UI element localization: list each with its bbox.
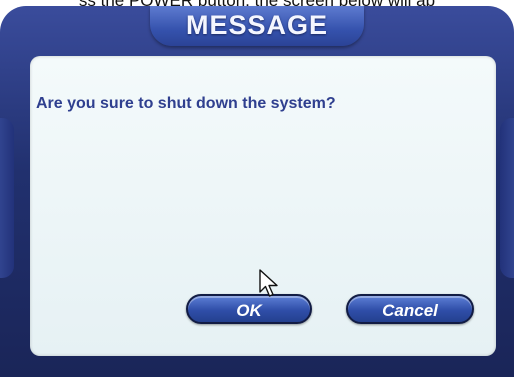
- frame-right-edge: [500, 118, 514, 278]
- ok-button[interactable]: OK: [186, 294, 312, 324]
- cancel-button[interactable]: Cancel: [346, 294, 474, 324]
- screen: ss the POWER button, the screen below wi…: [0, 0, 514, 377]
- mouse-pointer-icon: [259, 269, 278, 297]
- confirmation-message: Are you sure to shut down the system?: [36, 95, 336, 112]
- frame-left-edge: [0, 118, 14, 278]
- dialog-title: MESSAGE: [185, 10, 329, 40]
